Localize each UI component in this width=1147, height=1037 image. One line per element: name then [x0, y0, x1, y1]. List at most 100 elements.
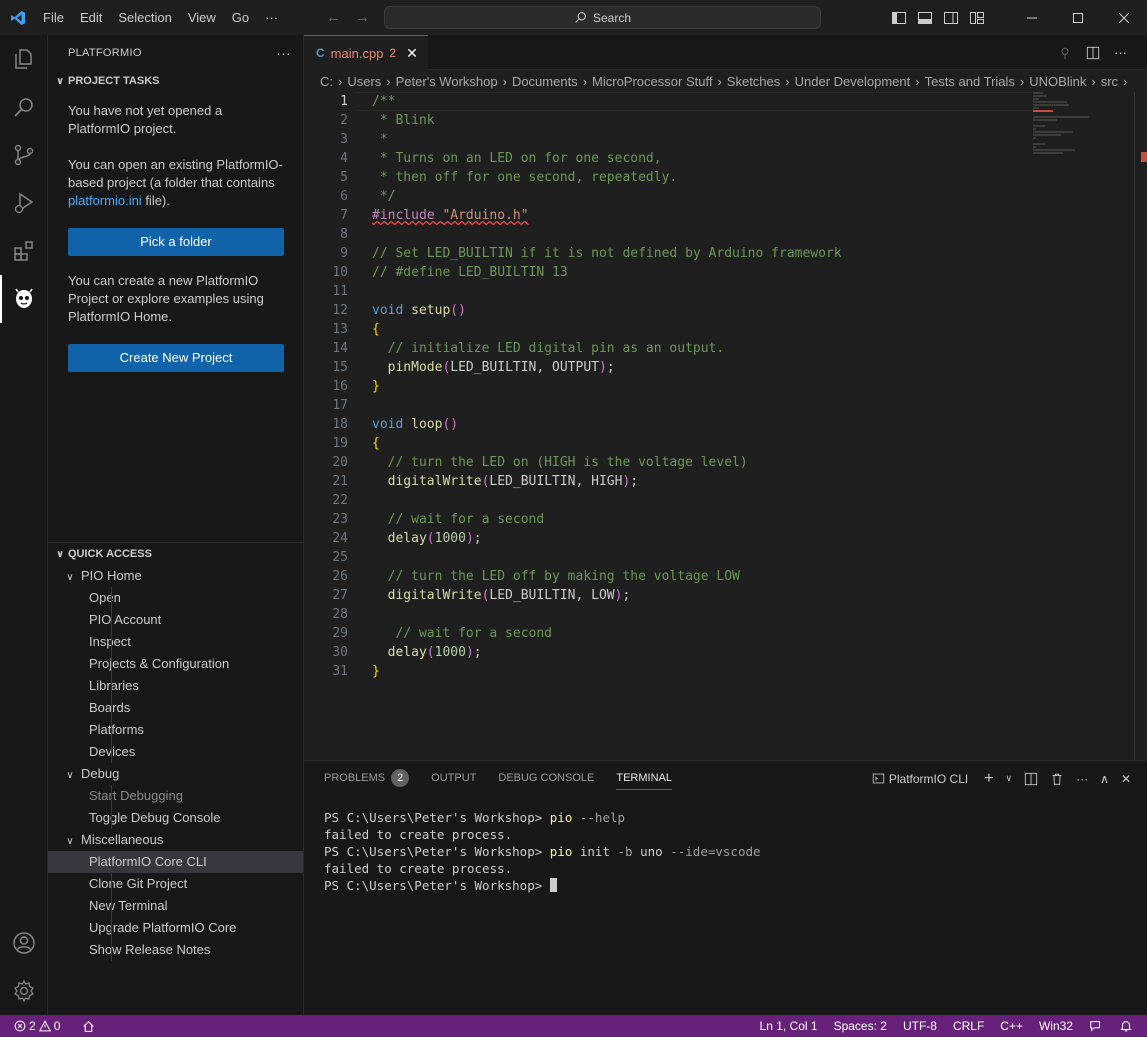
- split-terminal-icon[interactable]: [1024, 772, 1038, 786]
- tree-indent-guide: [111, 587, 112, 763]
- menu-file[interactable]: File: [35, 0, 72, 35]
- tree-item-show-release-notes[interactable]: Show Release Notes: [48, 939, 303, 961]
- toggle-panel-icon[interactable]: [917, 10, 933, 26]
- back-arrow-icon[interactable]: ←: [326, 9, 341, 26]
- close-tab-icon[interactable]: ✕: [406, 45, 418, 62]
- breadcrumb-item[interactable]: UNOBlink: [1029, 74, 1086, 89]
- project-tasks-header[interactable]: ∨ PROJECT TASKS: [48, 70, 303, 92]
- notifications-bell-icon[interactable]: [1119, 1019, 1133, 1033]
- cursor-position[interactable]: Ln 1, Col 1: [760, 1019, 818, 1033]
- breadcrumb-item[interactable]: Peter's Workshop: [396, 74, 498, 89]
- breadcrumb-item[interactable]: Documents: [512, 74, 578, 89]
- tree-item-platforms[interactable]: Platforms: [48, 719, 303, 741]
- customize-layout-icon[interactable]: [969, 10, 985, 26]
- explorer-icon[interactable]: [0, 35, 48, 83]
- terminal-selector[interactable]: PlatformIO CLI: [868, 770, 972, 788]
- terminal-output[interactable]: PS C:\Users\Peter's Workshop> pio --help…: [324, 809, 761, 894]
- chevron-down-icon[interactable]: ∨: [1006, 773, 1013, 784]
- tree-item-upgrade-platformio-core[interactable]: Upgrade PlatformIO Core: [48, 917, 303, 939]
- maximize-panel-icon[interactable]: ∧: [1100, 772, 1109, 786]
- breadcrumb-item[interactable]: Sketches: [727, 74, 780, 89]
- tree-item-devices[interactable]: Devices: [48, 741, 303, 763]
- tree-group-pio-home[interactable]: ∨ PIO Home: [48, 565, 303, 587]
- quick-access-header[interactable]: ∨ QUICK ACCESS: [48, 543, 303, 565]
- close-window-button[interactable]: [1101, 0, 1147, 35]
- tab-terminal[interactable]: TERMINAL: [616, 761, 672, 796]
- menu-edit[interactable]: Edit: [72, 0, 110, 35]
- tree-item-clone-git-project[interactable]: Clone Git Project: [48, 873, 303, 895]
- tree-group-debug[interactable]: ∨ Debug: [48, 763, 303, 785]
- platformio-icon[interactable]: [0, 275, 48, 323]
- welcome-text-1: You have not yet opened a PlatformIO pro…: [68, 103, 223, 136]
- line-number: 6: [340, 189, 348, 204]
- trash-icon[interactable]: [1050, 772, 1064, 786]
- tree-group-label: Miscellaneous: [81, 832, 164, 847]
- line-number: 25: [332, 550, 348, 565]
- tree-item-new-terminal[interactable]: New Terminal: [48, 895, 303, 917]
- command-center-search[interactable]: Search: [384, 6, 821, 29]
- tree-item-inspect[interactable]: Inspect: [48, 631, 303, 653]
- tree-item-pio-account[interactable]: PIO Account: [48, 609, 303, 631]
- minimap[interactable]: [1033, 92, 1133, 172]
- breadcrumb-item[interactable]: Under Development: [795, 74, 911, 89]
- problems-status[interactable]: 2 0: [14, 1019, 60, 1033]
- tree-item-start-debugging[interactable]: Start Debugging: [48, 785, 303, 807]
- breadcrumb-item[interactable]: MicroProcessor Stuff: [592, 74, 712, 89]
- minimize-button[interactable]: [1009, 0, 1055, 35]
- tree-item-libraries[interactable]: Libraries: [48, 675, 303, 697]
- breadcrumb-item[interactable]: src: [1101, 74, 1118, 89]
- maximize-button[interactable]: [1055, 0, 1101, 35]
- language-mode[interactable]: C++: [1000, 1019, 1023, 1033]
- tab-debug-console[interactable]: DEBUG CONSOLE: [498, 761, 594, 796]
- home-icon[interactable]: [82, 1020, 95, 1033]
- panel-more-icon[interactable]: ···: [1076, 772, 1088, 786]
- editor-more-icon[interactable]: ···: [1114, 45, 1127, 60]
- editor-scrollbar[interactable]: [1134, 92, 1135, 760]
- accounts-icon[interactable]: [0, 919, 48, 967]
- source-control-icon[interactable]: [0, 131, 48, 179]
- run-debug-icon[interactable]: [0, 179, 48, 227]
- toggle-sidebar-icon[interactable]: [891, 10, 907, 26]
- tree-item-open[interactable]: Open: [48, 587, 303, 609]
- tree-item-boards[interactable]: Boards: [48, 697, 303, 719]
- new-terminal-icon[interactable]: +: [984, 770, 993, 788]
- tree-item-projects-configuration[interactable]: Projects & Configuration: [48, 653, 303, 675]
- menu-view[interactable]: View: [180, 0, 224, 35]
- settings-gear-icon[interactable]: [0, 967, 48, 1015]
- pick-folder-button[interactable]: Pick a folder: [68, 228, 284, 256]
- code-editor[interactable]: 1 2 3 4 5 6 7 8 9 10 11 12 13 14 15 16 17 18 19 20 21 22 23 24 2…: [304, 92, 1147, 760]
- tree-item-toggle-debug-console[interactable]: Toggle Debug Console: [48, 807, 303, 829]
- tab-problems[interactable]: PROBLEMS 2: [324, 761, 410, 796]
- forward-arrow-icon[interactable]: →: [355, 9, 370, 26]
- search-view-icon[interactable]: [0, 83, 48, 131]
- menu-go[interactable]: Go: [224, 0, 257, 35]
- code-token: delay: [387, 531, 427, 546]
- breadcrumb-item[interactable]: Tests and Trials: [925, 74, 1015, 89]
- menu-more[interactable]: ···: [257, 0, 286, 35]
- code-content[interactable]: /** * Blink * * Turns on an LED on for o…: [372, 92, 1032, 681]
- line-number: 31: [332, 664, 348, 679]
- close-panel-icon[interactable]: ✕: [1121, 772, 1131, 786]
- indentation[interactable]: Spaces: 2: [834, 1019, 887, 1033]
- tab-output[interactable]: OUTPUT: [431, 761, 476, 796]
- split-editor-icon[interactable]: [1086, 46, 1100, 60]
- platform-config[interactable]: Win32: [1039, 1019, 1073, 1033]
- platformio-ini-link[interactable]: platformio.ini: [68, 193, 142, 208]
- encoding[interactable]: UTF-8: [903, 1019, 937, 1033]
- create-new-project-button[interactable]: Create New Project: [68, 344, 284, 372]
- line-endings[interactable]: CRLF: [953, 1019, 984, 1033]
- extensions-icon[interactable]: [0, 227, 48, 275]
- error-count: 2: [29, 1019, 36, 1033]
- pio-plug-icon[interactable]: [1058, 46, 1072, 60]
- tree-group-miscellaneous[interactable]: ∨ Miscellaneous: [48, 829, 303, 851]
- breadcrumb-item[interactable]: Users: [347, 74, 381, 89]
- tree-item-platformio-core-cli[interactable]: PlatformIO Core CLI: [48, 851, 303, 873]
- toggle-secondary-sidebar-icon[interactable]: [943, 10, 959, 26]
- tab-main-cpp[interactable]: C main.cpp 2 ✕: [304, 35, 428, 70]
- breadcrumb-item[interactable]: C:: [320, 74, 333, 89]
- menu-selection[interactable]: Selection: [110, 0, 179, 35]
- sidebar-more-icon[interactable]: ···: [276, 45, 291, 61]
- code-line: digitalWrite(LED_BUILTIN, HIGH);: [387, 474, 639, 489]
- feedback-icon[interactable]: [1089, 1019, 1103, 1033]
